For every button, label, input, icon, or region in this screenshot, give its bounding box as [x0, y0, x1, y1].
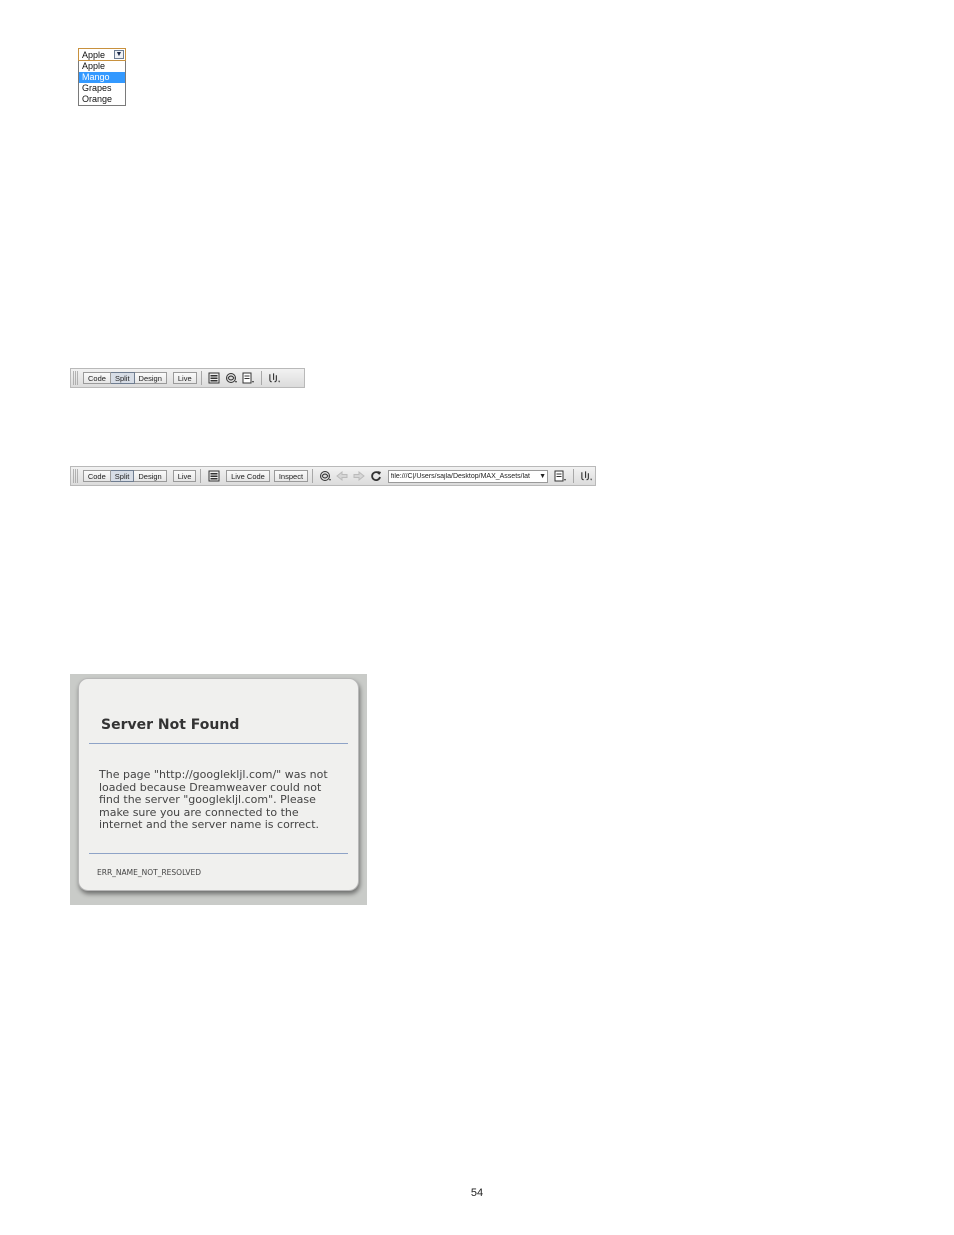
option-apple[interactable]: Apple — [79, 61, 125, 72]
visual-aids-icon[interactable] — [268, 372, 281, 385]
divider — [89, 853, 348, 854]
toolbar-divider — [200, 371, 202, 385]
error-message: The page "http://googlekljl.com/" was no… — [99, 768, 328, 831]
divider — [89, 743, 348, 744]
chevron-down-icon[interactable]: ▼ — [114, 50, 124, 59]
split-view-button[interactable]: Split — [110, 470, 135, 482]
split-view-button[interactable]: Split — [110, 372, 135, 384]
fruit-select[interactable]: Apple ▼ Apple Mango Grapes Orange — [78, 48, 126, 106]
back-arrow-icon[interactable] — [336, 470, 349, 483]
error-title: Server Not Found — [101, 717, 240, 733]
option-grapes[interactable]: Grapes — [79, 83, 125, 94]
option-mango[interactable]: Mango — [79, 72, 125, 83]
live-view-button[interactable]: Live — [172, 470, 197, 482]
address-bar[interactable]: file:///C|/Users/sajla/Desktop/MAX_Asset… — [387, 469, 549, 483]
toolbar-divider — [573, 469, 574, 483]
select-value: Apple — [82, 50, 106, 60]
toolbar-divider — [312, 469, 313, 483]
code-view-button[interactable]: Code — [83, 372, 111, 384]
toolbar-divider — [200, 469, 202, 483]
browser-preview-icon[interactable] — [225, 372, 238, 385]
design-view-button[interactable]: Design — [134, 372, 167, 384]
forward-arrow-icon[interactable] — [353, 470, 366, 483]
toolbar-grip[interactable] — [73, 469, 79, 483]
address-text: file:///C|/Users/sajla/Desktop/MAX_Asset… — [390, 472, 530, 480]
visual-aids-icon[interactable] — [580, 470, 593, 483]
select-options-list: Apple Mango Grapes Orange — [78, 61, 126, 106]
live-code-button[interactable]: Live Code — [226, 470, 270, 482]
document-toolbar: Code Split Design Live — [70, 368, 305, 388]
file-management-icon[interactable] — [242, 372, 255, 385]
design-view-button[interactable]: Design — [134, 470, 167, 482]
page-number: 54 — [470, 1187, 484, 1199]
refresh-icon[interactable] — [369, 470, 382, 483]
inspect-button[interactable]: Inspect — [273, 470, 309, 482]
option-orange[interactable]: Orange — [79, 94, 125, 105]
error-code: ERR_NAME_NOT_RESOLVED — [97, 868, 202, 877]
toolbar-divider — [260, 371, 262, 385]
toolbar-grip[interactable] — [73, 371, 79, 385]
live-view-button[interactable]: Live — [172, 372, 197, 384]
multiscreen-icon[interactable] — [208, 372, 221, 385]
browser-preview-icon[interactable] — [319, 470, 332, 483]
chevron-down-icon[interactable]: ▼ — [538, 473, 547, 480]
multiscreen-icon[interactable] — [207, 470, 220, 483]
code-view-button[interactable]: Code — [82, 470, 111, 482]
select-box[interactable]: Apple ▼ — [78, 48, 126, 61]
error-panel: Server Not Found The page "http://google… — [78, 678, 359, 891]
error-screenshot: Server Not Found The page "http://google… — [70, 674, 367, 905]
document-toolbar-live: Code Split Design Live Live Code Inspect… — [70, 466, 596, 486]
file-management-icon[interactable] — [554, 470, 567, 483]
